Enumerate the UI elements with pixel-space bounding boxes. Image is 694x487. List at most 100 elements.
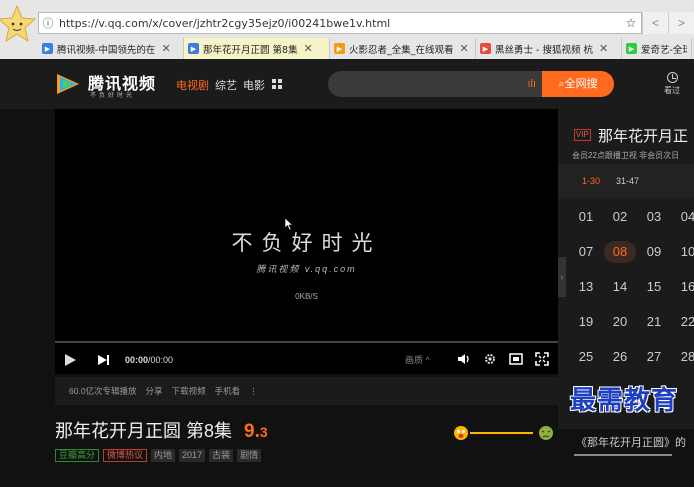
url-text[interactable]: https://v.qq.com/x/cover/jzhtr2cgy35ejz0…: [57, 17, 621, 30]
search-input[interactable]: ılı: [328, 71, 544, 97]
episode-button[interactable]: 02: [604, 206, 636, 228]
episode-button[interactable]: 13: [570, 276, 602, 298]
play-count: 60.0亿次专辑播放: [69, 386, 137, 396]
episode-button[interactable]: 22: [672, 311, 694, 333]
related-link[interactable]: 《那年花开月正圆》的: [576, 434, 686, 450]
tab-label: 爱奇艺-全球领: [641, 44, 687, 56]
forward-arrow-icon[interactable]: >: [668, 12, 694, 34]
close-tab-icon[interactable]: ✕: [599, 42, 608, 55]
volume-icon[interactable]: [457, 352, 471, 366]
episode-button[interactable]: 03: [638, 206, 670, 228]
episode-button[interactable]: 14: [604, 276, 636, 298]
play-icon[interactable]: [63, 353, 77, 367]
show-tag[interactable]: 剧情: [237, 449, 262, 462]
episode-button[interactable]: 26: [604, 346, 636, 368]
fullscreen-icon[interactable]: [535, 352, 549, 366]
show-tag[interactable]: 古装: [209, 449, 234, 462]
clock-icon: [666, 72, 678, 83]
tab-favicon-icon: ▶: [188, 43, 199, 54]
video-action-bar: 60.0亿次专辑播放 分享 下载视频 手机看 ⋮: [55, 377, 558, 405]
close-tab-icon[interactable]: ✕: [460, 42, 469, 55]
episode-button[interactable]: 08: [604, 241, 636, 263]
reaction-slider[interactable]: [453, 425, 557, 441]
broadcast-note: 会员22点跟播卫视 非会员次日: [572, 151, 680, 160]
action-link[interactable]: 下载视频: [172, 385, 206, 397]
panel-show-title[interactable]: 那年花开月正: [598, 125, 688, 146]
tab-favicon-icon: ▶: [626, 43, 637, 54]
show-tag[interactable]: 豆瓣高分: [55, 449, 100, 462]
tab-favicon-icon: ▶: [42, 43, 53, 54]
mouse-cursor-icon: [284, 217, 294, 231]
address-bar[interactable]: ⓘ https://v.qq.com/x/cover/jzhtr2cgy35ej…: [38, 12, 642, 34]
search-all-button[interactable]: ⌕全网搜: [542, 71, 614, 97]
show-tag[interactable]: 微博热议: [103, 449, 148, 462]
episode-button[interactable]: 04: [672, 206, 694, 228]
channel-nav-item[interactable]: 电视剧: [176, 77, 209, 93]
widescreen-icon[interactable]: [509, 352, 523, 366]
panel-collapse-handle[interactable]: ›: [558, 257, 566, 297]
total-time: /00:00: [148, 354, 174, 365]
video-player[interactable]: 不负好时光 腾讯视频 v.qq.com 0KB/S 00:00/00:00 画质…: [55, 109, 558, 374]
action-link[interactable]: 手机看: [215, 385, 241, 397]
episode-button[interactable]: 01: [570, 206, 602, 228]
browser-chrome: ⓘ https://v.qq.com/x/cover/jzhtr2cgy35ej…: [0, 0, 694, 59]
episode-button[interactable]: 21: [638, 311, 670, 333]
action-link[interactable]: ⋮: [249, 386, 258, 397]
episode-range-tabs: 1-30 31-47: [558, 164, 694, 198]
episode-range-tab[interactable]: 1-30: [582, 176, 600, 186]
site-page: 腾讯视频 不负好时光 电视剧 综艺 电影 ılı ⌕全网搜 看过 不负好时光 腾讯视…: [0, 59, 694, 487]
action-link[interactable]: 分享: [146, 385, 163, 397]
rating-decimal: 3: [259, 424, 268, 440]
search-button-label: 全网搜: [564, 78, 598, 90]
browser-tab[interactable]: ▶ 腾讯视频-中国领先的在 ✕: [38, 38, 184, 59]
tab-label: 火影忍者_全集_在线观看: [349, 44, 454, 56]
episode-button[interactable]: 25: [570, 346, 602, 368]
settings-gear-icon[interactable]: [483, 352, 497, 366]
episode-button[interactable]: 20: [604, 311, 636, 333]
channel-nav: 电视剧 综艺 电影: [176, 77, 265, 93]
episode-range-tab[interactable]: 31-47: [616, 176, 639, 186]
info-icon[interactable]: ⓘ: [39, 15, 57, 31]
next-episode-icon[interactable]: [97, 353, 111, 367]
close-tab-icon[interactable]: ✕: [161, 42, 170, 55]
browser-tab[interactable]: ▶ 那年花开月正圆 第8集 ✕: [184, 38, 330, 59]
history-label: 看过: [664, 86, 680, 95]
episode-button[interactable]: 10: [672, 241, 694, 263]
bookmark-star-icon[interactable]: ☆: [621, 16, 641, 30]
player-slogan: 不负好时光: [231, 231, 382, 255]
vip-badge: VIP: [574, 129, 591, 141]
episode-button[interactable]: 27: [638, 346, 670, 368]
rating-score: 9.3: [244, 421, 268, 442]
episode-button[interactable]: 15: [638, 276, 670, 298]
browser-tab[interactable]: ▶ 火影忍者_全集_在线观看 ✕: [330, 38, 476, 59]
tencent-video-logo-icon[interactable]: [54, 71, 82, 97]
episode-button[interactable]: 09: [638, 241, 670, 263]
time-display: 00:00/00:00: [125, 355, 173, 365]
show-tags: 豆瓣高分 微博热议 内地 2017 古装 剧情: [55, 449, 262, 462]
episode-button[interactable]: 28: [672, 346, 694, 368]
browser-nav-buttons: < >: [642, 12, 694, 34]
show-tag[interactable]: 2017: [179, 449, 206, 462]
show-tag[interactable]: 内地: [151, 449, 176, 462]
channel-nav-item[interactable]: 电影: [243, 77, 265, 93]
browser-tab[interactable]: ▶ 黑丝勇士 - 搜狐视频 杭 ✕: [476, 38, 622, 59]
channel-nav-item[interactable]: 综艺: [215, 77, 237, 93]
episode-button[interactable]: 07: [570, 241, 602, 263]
progress-bar[interactable]: [55, 341, 558, 343]
episode-button[interactable]: 16: [672, 276, 694, 298]
episode-button[interactable]: 19: [570, 311, 602, 333]
quality-selector[interactable]: 画质 ^: [405, 353, 430, 366]
back-arrow-icon[interactable]: <: [642, 12, 668, 34]
tab-favicon-icon: ▶: [480, 43, 491, 54]
tab-strip: ▶ 腾讯视频-中国领先的在 ✕ ▶ 那年花开月正圆 第8集 ✕ ▶ 火影忍者_全集_在线观看 ✕…: [38, 38, 692, 59]
tab-favicon-icon: ▶: [334, 43, 345, 54]
watermark-text: 最需教育: [570, 386, 679, 416]
browser-tab[interactable]: ▶ 爱奇艺-全球领: [622, 38, 692, 59]
hot-search-bars-icon[interactable]: ılı: [527, 78, 536, 90]
site-header: 腾讯视频 不负好时光 电视剧 综艺 电影 ılı ⌕全网搜 看过: [0, 59, 694, 109]
more-channels-grid-icon[interactable]: [272, 79, 282, 89]
history-button[interactable]: 看过: [660, 72, 684, 96]
loading-speed: 0KB/S: [295, 292, 318, 301]
tab-label: 黑丝勇士 - 搜狐视频 杭: [495, 44, 593, 56]
close-tab-icon[interactable]: ✕: [304, 42, 313, 55]
